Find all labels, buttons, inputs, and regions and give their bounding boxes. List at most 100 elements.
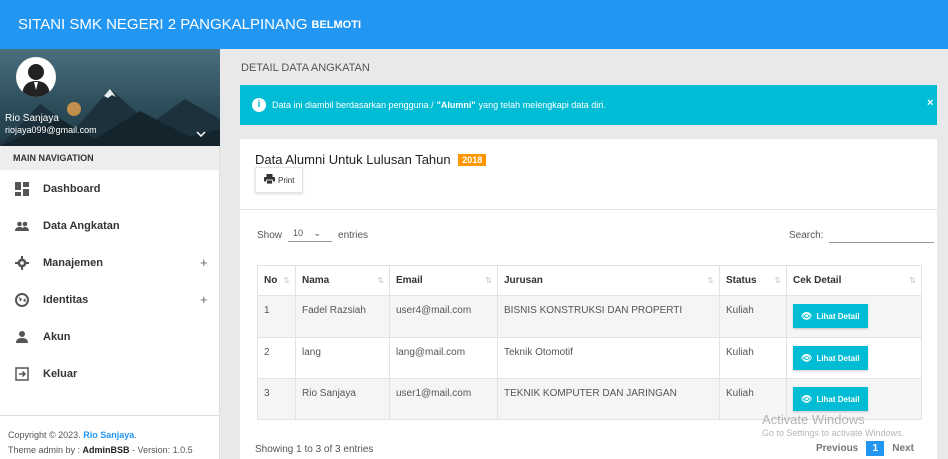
eye-icon: 👁 — [801, 310, 813, 321]
previous-button[interactable]: Previous — [816, 443, 858, 454]
theme-name: AdminBSB — [82, 445, 130, 455]
cell-status: Kuliah — [719, 295, 787, 338]
eye-icon: 👁 — [801, 352, 813, 363]
page-title: DETAIL DATA ANGKATAN — [241, 62, 370, 74]
watermark-subtitle: Go to Settings to activate Windows. — [762, 428, 905, 438]
sidebar-item-keluar[interactable]: Keluar — [0, 355, 219, 392]
column-header-nama[interactable]: Nama ⇅ — [295, 265, 390, 296]
cell-jurusan: Teknik Otomotif — [497, 337, 720, 379]
expand-icon[interactable]: + — [200, 255, 208, 270]
column-header-email[interactable]: Email ⇅ — [389, 265, 498, 296]
table-row: 2 lang lang@mail.com Teknik Otomotif Kul… — [257, 337, 922, 379]
sidebar-item-identitas[interactable]: Identitas + — [0, 281, 219, 318]
cell-action: 👁 Lihat Detail — [786, 337, 922, 379]
sort-icon: ⇅ — [377, 276, 384, 285]
table-header-row: No ⇅ Nama ⇅ Email ⇅ Jurusan ⇅ Status ⇅ Cek De… — [257, 265, 922, 296]
table-row: 1 Fadel Razsiah user4@mail.com BISNIS KO… — [257, 295, 922, 338]
profile-email: riojaya099@gmail.com — [5, 125, 97, 135]
copyright-link[interactable]: Rio Sanjaya — [83, 430, 134, 440]
gear-icon — [15, 255, 29, 270]
view-detail-button[interactable]: 👁 Lihat Detail — [793, 304, 868, 328]
cell-nama: Rio Sanjaya — [295, 378, 390, 420]
sidebar-item-dashboard[interactable]: Dashboard — [0, 170, 219, 207]
cell-email: user4@mail.com — [389, 295, 498, 338]
sort-asc-icon: ⇅ — [283, 276, 290, 285]
card-divider — [240, 209, 937, 210]
sidebar-item-label: Data Angkatan — [43, 219, 120, 232]
expand-icon[interactable]: + — [200, 292, 208, 307]
card-title-text: Data Alumni Untuk Lulusan Tahun — [255, 152, 451, 167]
cell-email: user1@mail.com — [389, 378, 498, 420]
alert-text: Data ini diambil berdasarkan pengguna / — [272, 100, 434, 110]
sort-icon: ⇅ — [707, 276, 714, 285]
year-badge: 2018 — [458, 154, 487, 166]
sidebar-footer: Copyright © 2023. Rio Sanjaya. Theme adm… — [0, 415, 220, 458]
app-subtitle: BELMOTI — [311, 18, 362, 31]
column-header-jurusan[interactable]: Jurusan ⇅ — [497, 265, 720, 296]
sidebar-item-label: Dashboard — [43, 182, 101, 195]
cell-no: 1 — [257, 295, 296, 338]
profile-name: Rio Sanjaya — [5, 113, 59, 124]
info-alert: i Data ini diambil berdasarkan pengguna … — [240, 85, 937, 125]
eye-icon: 👁 — [801, 393, 813, 404]
top-navbar: SITANI SMK NEGERI 2 PANGKALPINANG BELMOT… — [0, 0, 948, 49]
page-button[interactable]: 1 — [866, 441, 885, 456]
cell-action: 👁 Lihat Detail — [786, 295, 922, 338]
user-icon — [15, 330, 29, 344]
entries-select[interactable]: 10 ⌄ — [288, 228, 333, 242]
pagination: Previous 1 Next — [816, 441, 914, 456]
sidebar-item-label: Manajemen — [43, 256, 103, 269]
copyright-text: Copyright © 2023. — [8, 430, 81, 440]
cell-status: Kuliah — [719, 337, 787, 379]
globe-icon — [15, 292, 29, 307]
sort-icon: ⇅ — [485, 276, 492, 285]
cell-nama: lang — [295, 337, 390, 379]
app-title[interactable]: SITANI SMK NEGERI 2 PANGKALPINANG — [18, 16, 308, 33]
sidebar-item-akun[interactable]: Akun — [0, 318, 219, 355]
info-icon: i — [252, 98, 266, 112]
view-detail-button[interactable]: 👁 Lihat Detail — [793, 387, 868, 411]
people-icon — [15, 219, 29, 233]
search-label: Search: — [789, 230, 824, 241]
chevron-down-icon: ⌄ — [313, 228, 322, 238]
column-header-cek-detail[interactable]: Cek Detail ⇅ — [786, 265, 922, 296]
sidebar-item-label: Identitas — [43, 293, 89, 306]
alert-text-suffix: yang telah melengkapi data diri. — [478, 100, 606, 110]
windows-activation-watermark: Activate Windows Go to Settings to activ… — [762, 412, 904, 438]
print-label: Print — [278, 175, 295, 185]
user-profile-panel: Rio Sanjaya riojaya099@gmail.com — [0, 49, 220, 146]
alumni-table: No ⇅ Nama ⇅ Email ⇅ Jurusan ⇅ Status ⇅ Cek De… — [257, 265, 922, 420]
card-title: Data Alumni Untuk Lulusan Tahun 2018 — [255, 152, 487, 167]
cell-no: 3 — [257, 378, 296, 420]
main-content: DETAIL DATA ANGKATAN i Data ini diambil … — [220, 49, 948, 459]
sidebar-item-label: Keluar — [43, 367, 78, 380]
alert-highlight: "Alumni" — [436, 100, 476, 110]
print-button[interactable]: Print — [255, 167, 304, 193]
entries-label: entries — [338, 229, 369, 241]
close-icon[interactable]: × — [927, 97, 933, 109]
view-detail-button[interactable]: 👁 Lihat Detail — [793, 346, 868, 370]
watermark-title: Activate Windows — [762, 412, 865, 427]
length-control: Show 10 ⌄ entries — [257, 228, 368, 242]
nav-header: MAIN NAVIGATION — [0, 146, 219, 170]
column-header-no[interactable]: No ⇅ — [257, 265, 296, 296]
version-text: - Version: 1.0.5 — [132, 445, 193, 455]
cell-email: lang@mail.com — [389, 337, 498, 379]
sidebar-item-label: Akun — [43, 330, 71, 343]
next-button[interactable]: Next — [892, 443, 914, 454]
entries-value: 10 — [293, 228, 304, 238]
sidebar-item-manajemen[interactable]: Manajemen + — [0, 244, 219, 281]
search-input[interactable] — [829, 228, 935, 243]
avatar[interactable] — [16, 57, 56, 97]
show-label: Show — [257, 229, 283, 241]
sort-icon: ⇅ — [774, 276, 781, 285]
sidebar: Rio Sanjaya riojaya099@gmail.com MAIN NA… — [0, 49, 220, 459]
sidebar-item-data-angkatan[interactable]: Data Angkatan — [0, 207, 219, 244]
logout-icon — [15, 366, 29, 381]
alumni-card: Data Alumni Untuk Lulusan Tahun 2018 Pri… — [240, 139, 937, 459]
column-header-status[interactable]: Status ⇅ — [719, 265, 787, 296]
cell-jurusan: TEKNIK KOMPUTER DAN JARINGAN — [497, 378, 720, 420]
chevron-down-icon[interactable] — [196, 129, 206, 140]
search-control: Search: — [789, 228, 935, 243]
printer-icon — [264, 173, 275, 187]
